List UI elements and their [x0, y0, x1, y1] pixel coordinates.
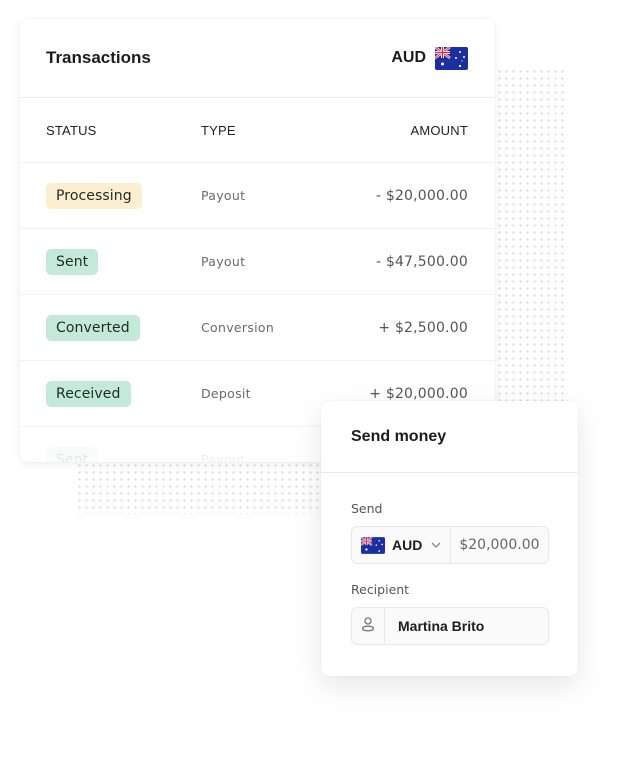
currency-select[interactable]: AUD — [352, 527, 452, 563]
chevron-down-icon — [431, 539, 441, 551]
transaction-type: Payout — [201, 254, 246, 269]
selected-currency: AUD — [392, 537, 423, 553]
column-header-type[interactable]: TYPE — [201, 123, 410, 138]
dot-pattern-decoration — [76, 462, 322, 514]
send-money-title: Send money — [351, 427, 447, 445]
transaction-type: Payout — [201, 188, 246, 203]
status-badge: Received — [46, 380, 131, 407]
currency-indicator[interactable]: AUD — [391, 46, 468, 70]
status-badge: Sent — [46, 248, 99, 275]
send-amount-field: AUD — [351, 526, 549, 564]
transaction-amount: + $20,000.00 — [369, 385, 468, 402]
person-icon — [361, 616, 375, 637]
send-money-card: Send money Send AUD $20,000.00 Recipient… — [321, 401, 578, 676]
send-label: Send — [351, 501, 383, 516]
recipient-field[interactable]: Martina Brito — [351, 607, 549, 645]
status-badge: Processing — [46, 182, 142, 209]
status-badge: Sent — [46, 446, 99, 462]
recipient-name: Martina Brito — [398, 618, 485, 634]
transaction-amount: + $2,500.00 — [378, 319, 468, 336]
table-header: STATUS TYPE AMOUNT — [20, 98, 495, 163]
table-row[interactable]: Processing Payout - $20,000.00 — [20, 163, 495, 229]
recipient-icon-cell — [352, 608, 385, 644]
transaction-type: Deposit — [201, 386, 251, 401]
send-money-header: Send money — [321, 401, 578, 473]
transactions-header: Transactions AUD — [20, 19, 495, 98]
status-badge: Converted — [46, 314, 140, 341]
amount-input[interactable] — [451, 527, 548, 563]
column-header-amount[interactable]: AMOUNT — [410, 123, 468, 138]
transaction-type: Conversion — [201, 320, 275, 335]
recipient-label: Recipient — [351, 582, 410, 597]
table-row[interactable]: Converted Conversion + $2,500.00 — [20, 295, 495, 361]
australia-flag-icon — [435, 46, 468, 70]
australia-flag-icon — [361, 536, 385, 554]
transactions-card: Transactions AUD STATUS TYPE AMOUNT Proc… — [20, 19, 495, 462]
table-row[interactable]: Sent Payout - $47,500.00 — [20, 229, 495, 295]
dot-pattern-decoration — [496, 68, 564, 408]
column-header-status[interactable]: STATUS — [46, 123, 201, 138]
transaction-amount: - $20,000.00 — [375, 187, 468, 204]
transaction-amount: - $47,500.00 — [375, 253, 468, 270]
currency-code: AUD — [391, 49, 426, 66]
transactions-title: Transactions — [46, 48, 151, 67]
